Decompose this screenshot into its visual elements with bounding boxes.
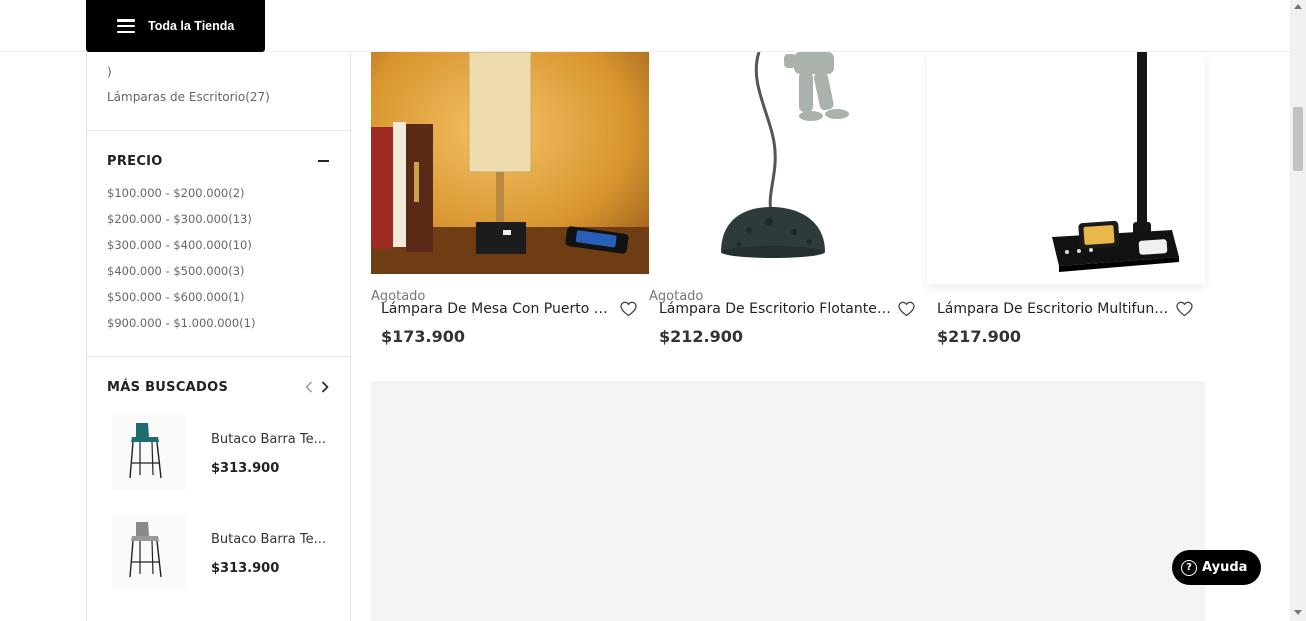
collapse-minus-icon[interactable] xyxy=(318,160,329,162)
carousel-arrows xyxy=(304,380,330,394)
chevron-right-icon[interactable] xyxy=(320,380,330,394)
help-button[interactable]: ? Ayuda xyxy=(1172,550,1261,585)
top-bar: Toda la Tienda xyxy=(0,0,1290,52)
product-name[interactable]: Lámpara De Mesa Con Puerto US... xyxy=(381,301,617,317)
price-section-title: PRECIO xyxy=(107,154,163,169)
mini-product-price: $313.900 xyxy=(211,561,280,576)
heart-icon[interactable] xyxy=(620,301,637,317)
mini-product-name[interactable]: Butaco Barra Te... xyxy=(211,432,329,447)
price-filter-item[interactable]: $500.000 - $600.000(1) xyxy=(107,290,245,304)
category-text-tail: ) xyxy=(107,65,112,79)
question-icon: ? xyxy=(1181,559,1197,576)
scroll-down-arrow-icon[interactable] xyxy=(1294,610,1302,615)
help-label: Ayuda xyxy=(1202,560,1248,575)
page-scrollbar[interactable] xyxy=(1290,0,1306,621)
category-item-desk-lamps[interactable]: Lámparas de Escritorio(27) xyxy=(107,90,270,104)
sidebar-divider xyxy=(87,356,350,357)
astronaut-lamp-image[interactable] xyxy=(649,51,927,274)
product-price: $173.900 xyxy=(381,327,466,346)
product-name[interactable]: Lámpara De Escritorio Multifunci... xyxy=(937,301,1173,317)
product-price: $217.900 xyxy=(937,327,1022,346)
price-filter-item[interactable]: $400.000 - $500.000(3) xyxy=(107,264,245,278)
scroll-thumb[interactable] xyxy=(1293,107,1303,171)
promo-banner[interactable] xyxy=(371,381,1205,621)
price-filter-item[interactable]: $100.000 - $200.000(2) xyxy=(107,186,245,200)
sidebar-divider xyxy=(87,130,350,131)
heart-icon[interactable] xyxy=(1176,301,1193,317)
mini-product-price: $313.900 xyxy=(211,461,280,476)
product-price: $212.900 xyxy=(659,327,744,346)
sidebar: ) Lámparas de Escritorio(27) PRECIO $100… xyxy=(86,0,351,621)
price-filter-item[interactable]: $300.000 - $400.000(10) xyxy=(107,238,252,252)
mini-product-name[interactable]: Butaco Barra Te... xyxy=(211,532,329,547)
all-store-label: Toda la Tienda xyxy=(148,19,235,33)
price-filter-item[interactable]: $200.000 - $300.000(13) xyxy=(107,212,252,226)
product-name[interactable]: Lámpara De Escritorio Flotante A... xyxy=(659,301,895,317)
price-filter-item[interactable]: $900.000 - $1.000.000(1) xyxy=(107,316,255,330)
chevron-left-icon[interactable] xyxy=(304,380,314,394)
table-lamp-usb-image[interactable] xyxy=(371,51,649,274)
gray-bar-stool-image[interactable] xyxy=(112,514,187,589)
most-searched-title: MÁS BUSCADOS xyxy=(107,380,229,395)
heart-icon[interactable] xyxy=(898,301,915,317)
all-store-menu-button[interactable]: Toda la Tienda xyxy=(86,0,265,52)
wireless-charging-desk-lamp-image[interactable] xyxy=(927,52,1205,284)
scroll-up-arrow-icon[interactable] xyxy=(1294,4,1302,9)
hamburger-menu-icon xyxy=(117,19,135,33)
teal-bar-stool-image[interactable] xyxy=(112,415,187,490)
